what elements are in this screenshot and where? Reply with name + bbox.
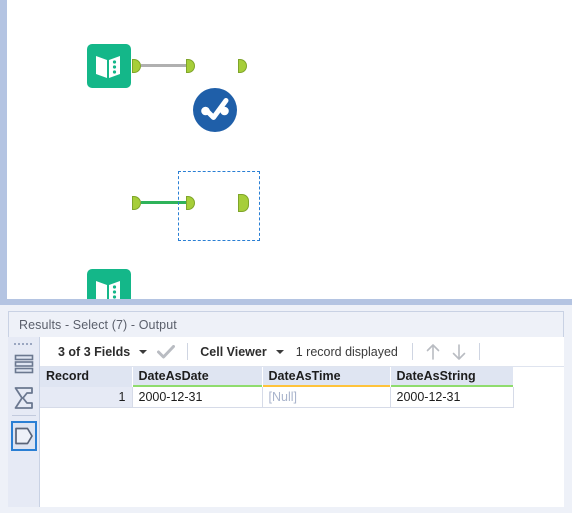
rail-item-profile[interactable] [11,383,37,411]
column-header-label: DateAsDate [138,369,209,383]
fields-selector[interactable]: 3 of 3 Fields [58,344,148,359]
output-anchor-input-2[interactable] [132,196,141,210]
results-panel: Results - Select (7) - Output 3 of 3 Fie… [0,305,572,513]
cell-record[interactable]: 1 [40,387,133,408]
column-header-dateasstring[interactable]: DateAsString [390,367,514,388]
input-data-tool-1[interactable] [87,44,131,88]
checkmark-icon [157,344,176,358]
results-data-grid[interactable]: Record DateAsDate DateAsTime DateAsStrin… [40,367,564,507]
results-table: Record DateAsDate DateAsTime DateAsStrin… [40,367,514,408]
canvas-surface[interactable] [7,0,572,357]
messages-icon [15,427,33,445]
results-view-rail [8,337,40,507]
select-tool-1[interactable] [193,88,237,132]
results-title: Results - Select (7) - Output [19,317,177,332]
rail-divider [12,415,36,416]
column-header-label: DateAsString [396,369,476,383]
apply-fields-button[interactable] [157,344,176,359]
column-header-dateastime[interactable]: DateAsTime [262,367,391,388]
chevron-down-icon[interactable] [139,349,148,354]
input-anchor-select-1[interactable] [186,59,195,73]
toolbar-divider [411,343,413,360]
cell-dateastime[interactable]: [Null] [262,387,391,408]
column-header-label: DateAsTime [268,369,341,383]
rail-item-data-grid[interactable] [11,351,37,379]
results-toolbar[interactable]: 3 of 3 Fields Cell Viewer 1 record displ… [40,337,564,367]
rail-item-messages[interactable] [11,421,37,451]
rail-grip-handle[interactable] [14,341,34,346]
output-anchor-input-1[interactable] [132,59,141,73]
arrow-down-icon [452,343,466,360]
check-circle-icon [201,98,229,120]
chevron-down-icon[interactable] [275,349,284,354]
book-icon [96,56,120,78]
scroll-up-button[interactable] [425,343,441,361]
cell-viewer-label: Cell Viewer [200,344,267,359]
cell-dateasstring[interactable]: 2000-12-31 [390,387,514,408]
fields-label: 3 of 3 Fields [58,344,131,359]
scroll-down-button[interactable] [451,343,467,361]
column-header-label: Record [46,369,90,383]
toolbar-divider [187,343,189,360]
workflow-canvas[interactable] [0,0,572,357]
canvas-left-rail [0,0,7,305]
record-count-label: 1 record displayed [295,344,398,359]
table-row[interactable]: 1 2000-12-31 [Null] 2000-12-31 [40,387,514,408]
arrow-up-icon [426,343,440,360]
table-header-row: Record DateAsDate DateAsTime DateAsStrin… [40,367,514,388]
output-anchor-select-1[interactable] [238,59,247,73]
cell-dateasdate[interactable]: 2000-12-31 [132,387,263,408]
toolbar-divider [478,343,480,360]
results-title-bar[interactable]: Results - Select (7) - Output [8,311,564,337]
output-anchor-select-2[interactable] [238,194,249,212]
data-grid-icon [14,354,34,374]
column-header-dateasdate[interactable]: DateAsDate [132,367,263,388]
column-header-record[interactable]: Record [40,367,133,387]
cell-viewer-selector[interactable]: Cell Viewer [200,344,284,359]
connection-wire-1[interactable] [141,64,187,67]
profile-sigma-icon [14,387,33,409]
